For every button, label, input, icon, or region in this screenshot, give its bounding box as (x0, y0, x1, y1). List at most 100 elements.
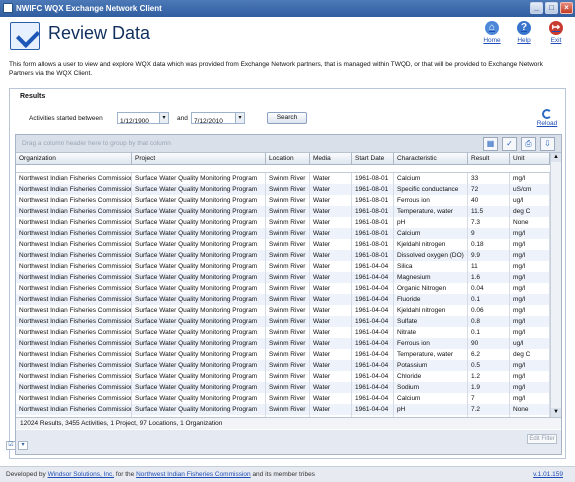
chevron-down-icon[interactable]: ▾ (235, 113, 244, 123)
exit-link[interactable]: ↦ Exit (545, 21, 567, 44)
table-cell: Swinm River (266, 360, 310, 371)
table-row[interactable]: Northwest Indian Fisheries CommissionSur… (16, 404, 550, 415)
table-cell: 1961-08-01 (352, 217, 394, 228)
home-icon: ⌂ (485, 21, 499, 35)
start-date-input[interactable]: 1/12/1900 ▾ (117, 112, 169, 125)
table-cell: 0.18 (468, 239, 510, 250)
grid-footer (16, 430, 561, 454)
maximize-button[interactable]: □ (545, 2, 558, 14)
table-row[interactable]: Northwest Indian Fisheries CommissionSur… (16, 195, 550, 206)
filter-label: Activities started between (29, 115, 103, 122)
table-row[interactable]: Northwest Indian Fisheries CommissionSur… (16, 261, 550, 272)
table-row[interactable]: Northwest Indian Fisheries CommissionSur… (16, 173, 550, 184)
table-cell: Swinm River (266, 283, 310, 294)
client-link[interactable]: Northwest Indian Fisheries Commission (136, 471, 251, 478)
table-row[interactable]: Northwest Indian Fisheries CommissionSur… (16, 382, 550, 393)
table-cell: 1961-08-01 (352, 239, 394, 250)
home-link[interactable]: ⌂ Home (481, 21, 503, 44)
search-button[interactable]: Search (267, 112, 307, 124)
column-chooser-icon[interactable]: ▦ (483, 137, 498, 151)
column-characteristic[interactable]: Characteristic (394, 153, 468, 164)
table-cell: Dissolved oxygen (DO) (394, 250, 468, 261)
table-cell: Northwest Indian Fisheries Commission (16, 184, 132, 195)
table-row[interactable]: Northwest Indian Fisheries CommissionSur… (16, 283, 550, 294)
chevron-down-icon[interactable]: ▾ (159, 113, 168, 123)
minimize-button[interactable]: _ (530, 2, 543, 14)
grid-scrollbar[interactable]: ▲ ▼ (550, 153, 561, 417)
table-row[interactable]: Northwest Indian Fisheries CommissionSur… (16, 239, 550, 250)
end-date-input[interactable]: 7/12/2010 ▾ (191, 112, 245, 125)
table-cell: Northwest Indian Fisheries Commission (16, 250, 132, 261)
table-cell: 1961-08-01 (352, 184, 394, 195)
table-row[interactable]: Northwest Indian Fisheries CommissionSur… (16, 272, 550, 283)
table-cell: 1961-08-01 (352, 206, 394, 217)
table-row[interactable]: Northwest Indian Fisheries CommissionSur… (16, 327, 550, 338)
column-project[interactable]: Project (132, 153, 266, 164)
results-grid: Drag a column header here to group by th… (15, 134, 562, 455)
checkbox-icon[interactable]: ☑ (6, 441, 16, 450)
group-by-bar[interactable]: Drag a column header here to group by th… (16, 135, 561, 153)
table-cell: Silica (394, 261, 468, 272)
table-cell: Water (310, 327, 352, 338)
table-cell: Surface Water Quality Monitoring Program (132, 206, 266, 217)
version-link[interactable]: v.1.01.159 (533, 467, 563, 482)
table-cell: mg/l (510, 393, 550, 404)
column-unit[interactable]: Unit (510, 153, 550, 164)
table-cell: mg/l (510, 272, 550, 283)
column-start-date[interactable]: Start Date (352, 153, 394, 164)
table-row[interactable]: Northwest Indian Fisheries CommissionSur… (16, 371, 550, 382)
print-icon[interactable]: ⎙ (521, 137, 536, 151)
table-row[interactable]: Northwest Indian Fisheries CommissionSur… (16, 184, 550, 195)
table-cell: deg C (510, 349, 550, 360)
scroll-up-icon[interactable]: ▲ (551, 153, 561, 162)
column-location[interactable]: Location (266, 153, 310, 164)
close-button[interactable]: × (560, 2, 573, 14)
scroll-down-icon[interactable]: ▼ (551, 408, 561, 417)
export-icon[interactable]: ⇩ (540, 137, 555, 151)
table-row[interactable]: Northwest Indian Fisheries CommissionSur… (16, 206, 550, 217)
table-cell: 6.2 (468, 349, 510, 360)
new-row[interactable] (16, 166, 550, 173)
table-cell: Surface Water Quality Monitoring Program (132, 294, 266, 305)
table-row[interactable]: Northwest Indian Fisheries CommissionSur… (16, 349, 550, 360)
table-row[interactable]: Northwest Indian Fisheries CommissionSur… (16, 360, 550, 371)
edit-filter-button[interactable]: Edit Filter (527, 434, 557, 444)
table-row[interactable]: Northwest Indian Fisheries CommissionSur… (16, 393, 550, 404)
review-data-logo-icon (10, 22, 40, 50)
table-cell: 1961-04-04 (352, 382, 394, 393)
table-cell: 1961-04-04 (352, 305, 394, 316)
column-organization[interactable]: Organization (16, 153, 132, 164)
developer-link[interactable]: Windsor Solutions, Inc. (48, 471, 114, 478)
table-cell: Surface Water Quality Monitoring Program (132, 195, 266, 206)
table-row[interactable]: Northwest Indian Fisheries CommissionSur… (16, 316, 550, 327)
filter-builder-icon[interactable]: ✓ (502, 137, 517, 151)
table-cell: Northwest Indian Fisheries Commission (16, 261, 132, 272)
help-link[interactable]: ? Help (513, 21, 535, 44)
table-cell: uS/cm (510, 184, 550, 195)
column-result[interactable]: Result (468, 153, 510, 164)
table-cell: mg/l (510, 360, 550, 371)
table-cell: Northwest Indian Fisheries Commission (16, 393, 132, 404)
table-cell: Surface Water Quality Monitoring Program (132, 360, 266, 371)
table-cell: Potassium (394, 360, 468, 371)
table-cell: 40 (468, 195, 510, 206)
table-row[interactable]: Northwest Indian Fisheries CommissionSur… (16, 228, 550, 239)
table-row[interactable]: Northwest Indian Fisheries CommissionSur… (16, 294, 550, 305)
table-cell: Northwest Indian Fisheries Commission (16, 349, 132, 360)
table-cell: Water (310, 195, 352, 206)
table-cell: Swinm River (266, 206, 310, 217)
table-cell: Swinm River (266, 228, 310, 239)
table-cell: Swinm River (266, 305, 310, 316)
table-cell: pH (394, 217, 468, 228)
reload-button[interactable]: Reload (535, 109, 559, 127)
chevron-down-icon[interactable]: ▾ (18, 441, 28, 450)
table-cell: Northwest Indian Fisheries Commission (16, 228, 132, 239)
table-cell: 0.8 (468, 316, 510, 327)
table-row[interactable]: Northwest Indian Fisheries CommissionSur… (16, 305, 550, 316)
table-cell: Calcium (394, 228, 468, 239)
table-row[interactable]: Northwest Indian Fisheries CommissionSur… (16, 250, 550, 261)
table-cell: mg/l (510, 283, 550, 294)
table-row[interactable]: Northwest Indian Fisheries CommissionSur… (16, 338, 550, 349)
table-row[interactable]: Northwest Indian Fisheries CommissionSur… (16, 217, 550, 228)
column-media[interactable]: Media (310, 153, 352, 164)
